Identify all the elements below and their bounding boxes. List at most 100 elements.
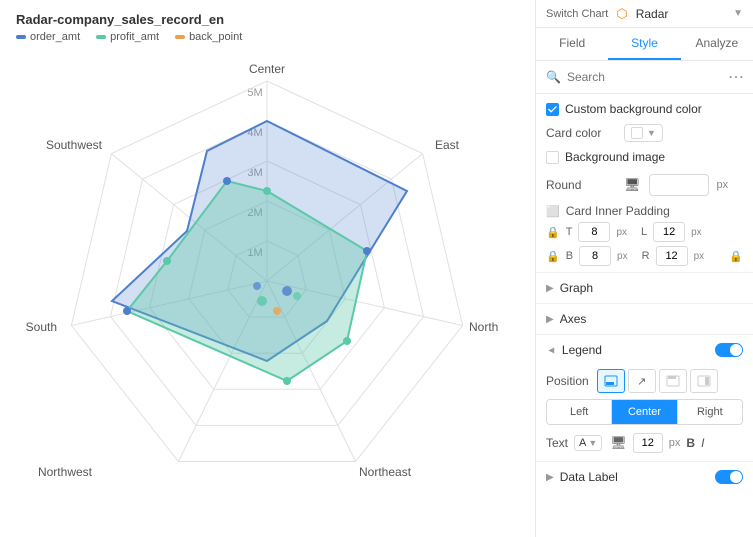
italic-button[interactable]: I (701, 436, 704, 450)
right-panel: Switch Chart ⬡ Radar ▼ Field Style Analy… (535, 0, 753, 537)
legend-color-back (175, 35, 185, 39)
padding-r-label: R (642, 250, 650, 262)
axes-section-header[interactable]: ▶ Axes (536, 304, 753, 334)
svg-text:North: North (469, 320, 498, 334)
padding-b-label: B (566, 250, 573, 262)
dropdown-icon: ▼ (647, 128, 656, 138)
font-size-input[interactable] (633, 433, 663, 453)
padding-bottom-right-row: 🔒 B px R px 🔒 (546, 246, 743, 266)
svg-text:South: South (26, 320, 57, 334)
legend-color-order (16, 35, 26, 39)
monitor-small-icon: ⬜ (546, 205, 560, 218)
padding-t-label: T (566, 226, 573, 238)
panel-content: Custom background color Card color ▼ Bac… (536, 94, 753, 537)
svg-text:Southwest: Southwest (46, 138, 103, 152)
padding-r-input[interactable] (656, 246, 688, 266)
chart-type-value: Radar (636, 7, 725, 21)
legend-item-profit: profit_amt (96, 31, 159, 43)
legend-label-back: back_point (189, 31, 242, 43)
more-options-icon[interactable]: ⋯ (728, 67, 744, 87)
position-row: Position ↗ (546, 369, 743, 393)
pos-btn-left[interactable]: Left (547, 400, 612, 424)
chart-legend: order_amt profit_amt back_point (0, 31, 535, 51)
tab-field[interactable]: Field (536, 28, 608, 60)
data-label-section-header[interactable]: ▶ Data Label (536, 462, 753, 492)
card-inner-padding-label: Card Inner Padding (566, 204, 670, 218)
tab-bar: Field Style Analyze (536, 28, 753, 61)
legend-content: Position ↗ (536, 365, 753, 461)
switch-chart-bar: Switch Chart ⬡ Radar ▼ (536, 0, 753, 28)
text-selector[interactable]: A ▼ (574, 435, 602, 451)
legend-label-order: order_amt (30, 31, 80, 43)
lock-right-icon: 🔒 (546, 250, 560, 263)
legend-item-order: order_amt (16, 31, 80, 43)
font-size-unit: px (669, 437, 681, 449)
data-label-toggle[interactable] (715, 470, 743, 484)
axes-chevron-icon: ▶ (546, 314, 554, 325)
switch-chart-label: Switch Chart (546, 8, 608, 20)
chart-type-icon: ⬡ (616, 6, 627, 22)
custom-bg-checkbox[interactable] (546, 103, 559, 116)
card-inner-padding-header: ⬜ Card Inner Padding (536, 200, 753, 220)
padding-t-input[interactable] (578, 222, 610, 242)
position-buttons: Left Center Right (546, 399, 743, 425)
bg-image-label: Background image (565, 150, 665, 164)
search-icon: 🔍 (546, 70, 561, 84)
card-color-button[interactable]: ▼ (624, 124, 663, 142)
lock-right-side-icon: 🔒 (729, 250, 743, 263)
graph-chevron-icon: ▶ (546, 283, 554, 294)
lock-left-icon: 🔒 (546, 226, 560, 239)
dropdown-arrow-icon[interactable]: ▼ (733, 8, 743, 19)
bold-button[interactable]: B (686, 436, 695, 450)
padding-t-unit: px (616, 227, 627, 238)
pos-icon-cursor[interactable]: ↗ (628, 369, 656, 393)
svg-text:Northeast: Northeast (359, 465, 412, 479)
legend-color-profit (96, 35, 106, 39)
pos-icon-right[interactable] (690, 369, 718, 393)
text-format-label: Text (546, 436, 568, 450)
padding-b-unit: px (617, 251, 628, 262)
legend-section-header[interactable]: ▼ Legend (536, 335, 753, 365)
graph-section-title: Graph (560, 281, 593, 295)
padding-b-input[interactable] (579, 246, 611, 266)
padding-top-left-row: 🔒 T px L px (546, 222, 743, 242)
custom-bg-label: Custom background color (565, 102, 702, 116)
graph-section: ▶ Graph (536, 272, 753, 303)
data-label-section-title: Data Label (560, 470, 618, 484)
pos-btn-center[interactable]: Center (612, 400, 677, 424)
pos-icon-top-right[interactable] (659, 369, 687, 393)
search-bar: 🔍 ⋯ (536, 61, 753, 94)
svg-text:Center: Center (249, 62, 285, 76)
search-input[interactable] (567, 70, 722, 84)
padding-l-label: L (641, 226, 647, 238)
card-color-row: Card color ▼ (536, 120, 753, 146)
legend-label-profit: profit_amt (110, 31, 159, 43)
data-label-chevron-icon: ▶ (546, 472, 554, 483)
bg-image-checkbox[interactable] (546, 151, 559, 164)
padding-fields: 🔒 T px L px 🔒 B px R px 🔒 (536, 220, 753, 272)
round-input[interactable] (649, 174, 709, 196)
chart-title: Radar-company_sales_record_en (0, 0, 535, 31)
axes-section-title: Axes (560, 312, 587, 326)
position-label: Position (546, 374, 589, 388)
padding-r-unit: px (694, 251, 705, 262)
graph-section-header[interactable]: ▶ Graph (536, 273, 753, 303)
bg-image-row: Background image (536, 146, 753, 170)
legend-item-back: back_point (175, 31, 242, 43)
padding-l-input[interactable] (653, 222, 685, 242)
color-swatch (631, 127, 643, 139)
monitor-legend-icon: 🖥 (610, 435, 627, 451)
pos-btn-right[interactable]: Right (678, 400, 742, 424)
round-row: Round 🖥 px (536, 170, 753, 200)
round-label: Round (546, 178, 616, 192)
axes-section: ▶ Axes (536, 303, 753, 334)
text-dropdown-arrow: ▼ (588, 438, 597, 448)
tab-style[interactable]: Style (608, 28, 680, 60)
svg-text:Northwest: Northwest (38, 465, 93, 479)
pos-icon-bottom-left[interactable] (597, 369, 625, 393)
tab-analyze[interactable]: Analyze (681, 28, 753, 60)
card-color-label: Card color (546, 126, 616, 140)
padding-l-unit: px (691, 227, 702, 238)
data-label-section: ▶ Data Label (536, 461, 753, 492)
legend-toggle[interactable] (715, 343, 743, 357)
